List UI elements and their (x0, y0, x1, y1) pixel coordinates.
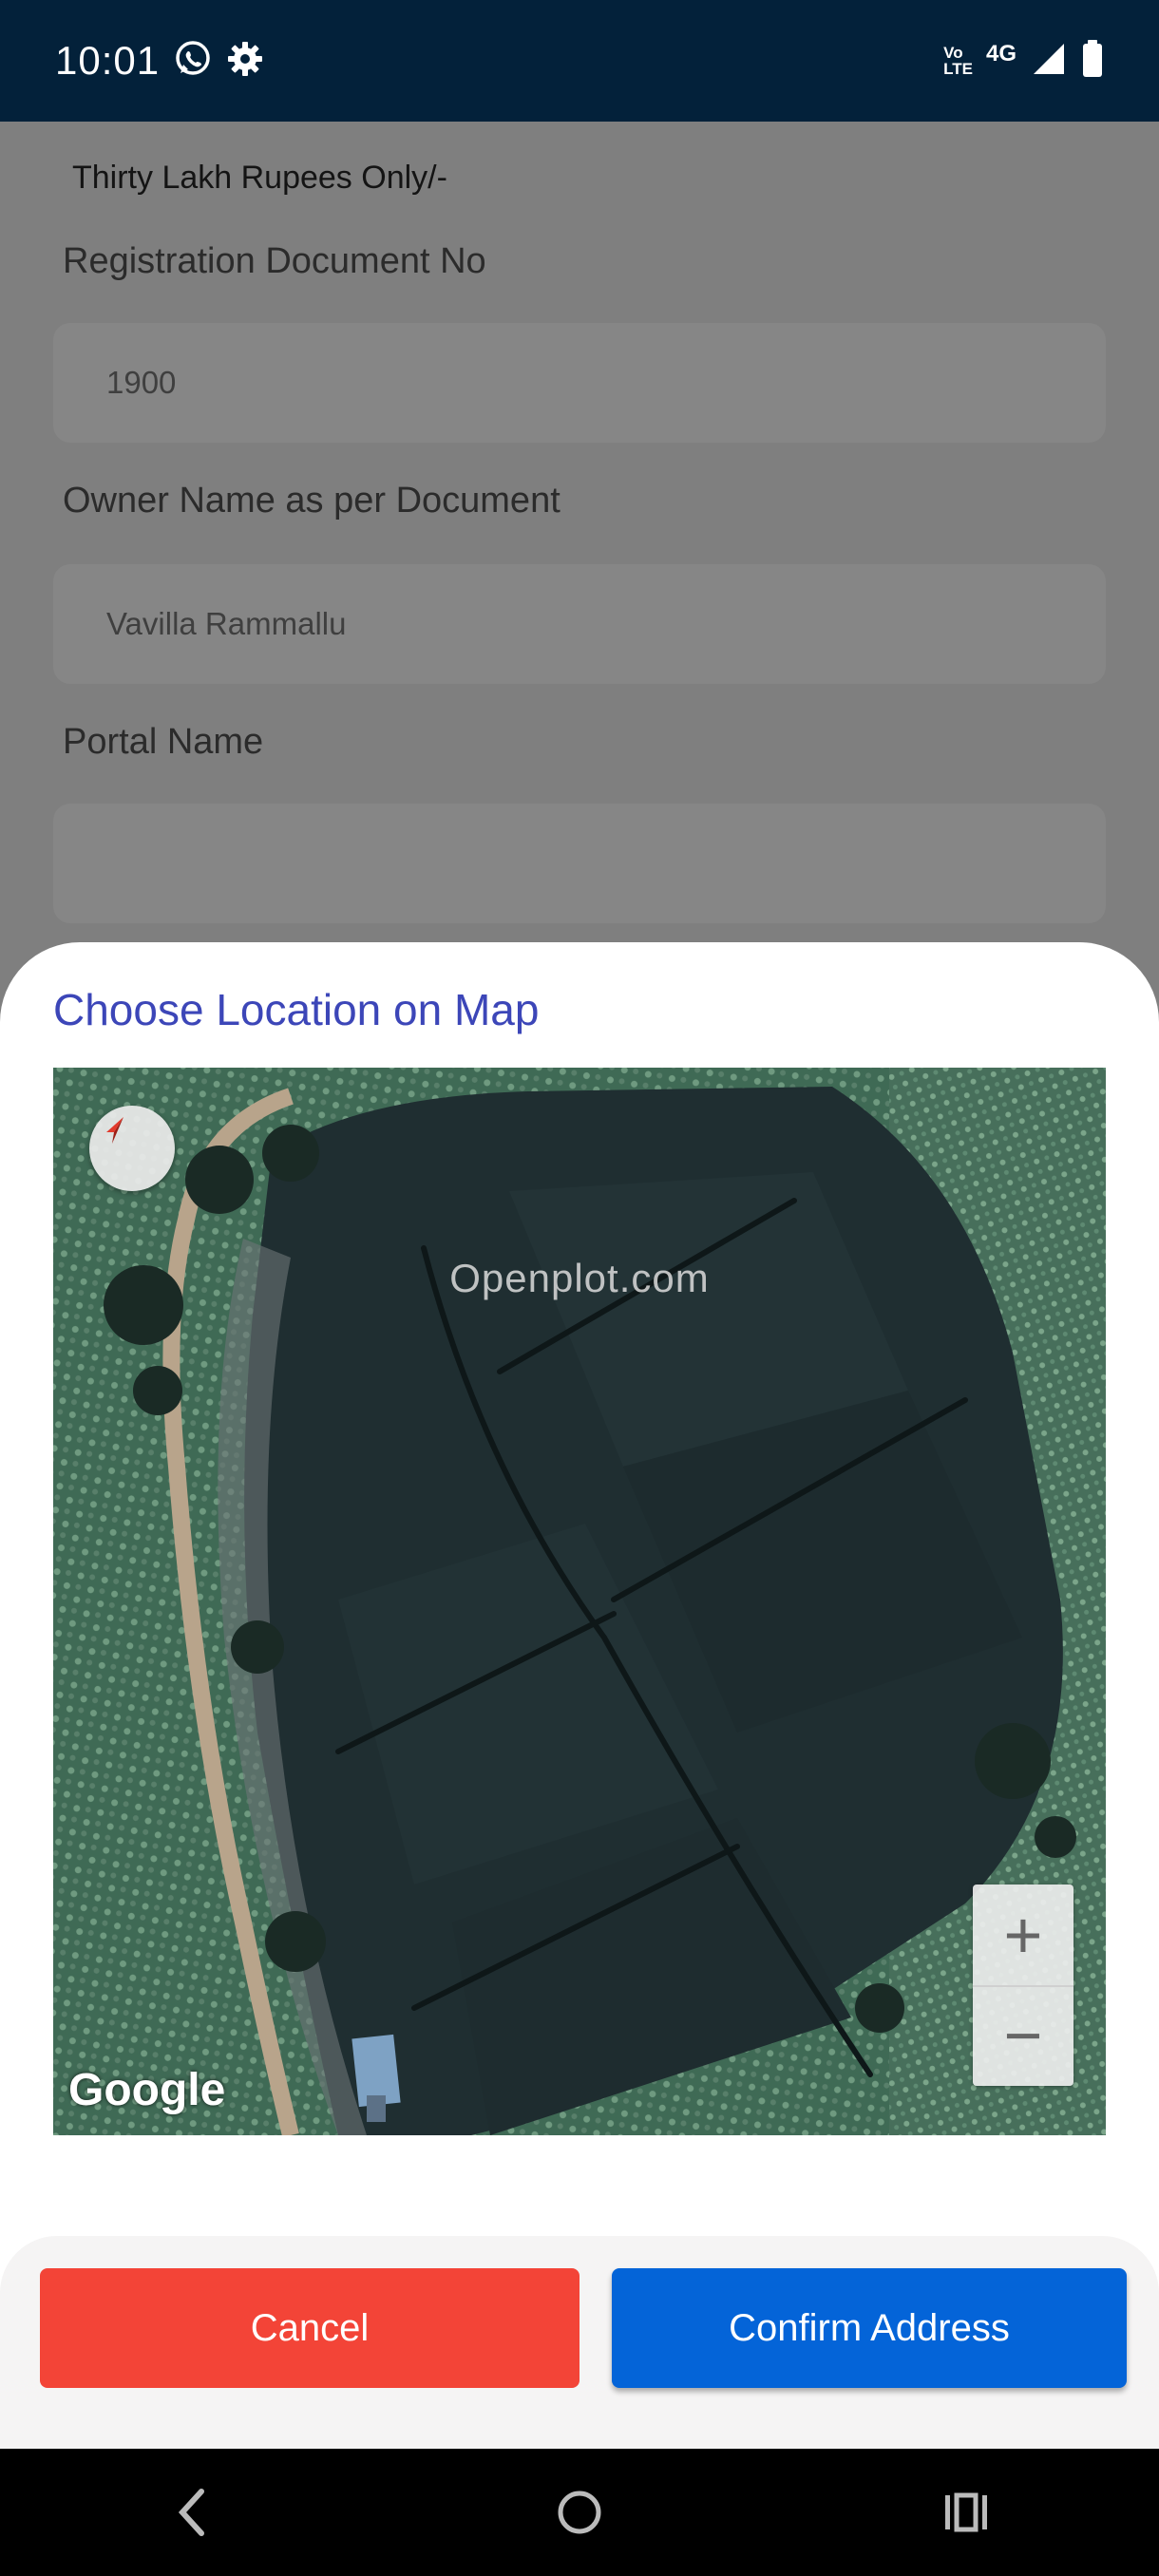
system-nav-bar (0, 2449, 1159, 2576)
whatsapp-icon (173, 39, 213, 84)
battery-icon (1081, 39, 1104, 84)
status-right: Vo LTE 4G (943, 39, 1104, 84)
back-chevron-icon (179, 2489, 205, 2536)
owner-name-field[interactable]: Vavilla Rammallu (53, 564, 1106, 684)
confirm-address-button[interactable]: Confirm Address (612, 2268, 1127, 2388)
zoom-controls: + − (973, 1885, 1074, 2086)
location-bottom-sheet: Choose Location on Map Openplot.com Goog… (0, 942, 1159, 2449)
volte-indicator: Vo LTE (943, 45, 973, 77)
map-watermark: Openplot.com (449, 1256, 710, 1300)
signal-icon (1030, 40, 1068, 83)
registration-doc-value: 1900 (106, 365, 177, 400)
portal-name-label: Portal Name (63, 722, 264, 762)
home-circle-icon (558, 2491, 601, 2534)
status-left: 10:01 (55, 38, 264, 84)
recents-icon (944, 2492, 987, 2532)
owner-name-value: Vavilla Rammallu (106, 606, 347, 641)
satellite-imagery (53, 1068, 1106, 2135)
registration-doc-field[interactable]: 1900 (53, 323, 1106, 443)
action-bar: Cancel Confirm Address (0, 2236, 1159, 2449)
nav-home-button[interactable] (522, 2465, 636, 2560)
compass-arrow-icon (106, 1117, 124, 1144)
zoom-out-button[interactable]: − (973, 1985, 1074, 2086)
sheet-title: Choose Location on Map (53, 985, 540, 1034)
portal-name-field[interactable] (53, 804, 1106, 923)
volte-line2: LTE (943, 60, 973, 78)
google-attribution-logo: Google (68, 2065, 226, 2115)
zoom-in-button[interactable]: + (973, 1885, 1074, 1987)
status-bar: 10:01 Vo LTE 4G (0, 0, 1159, 122)
gear-icon (226, 40, 264, 83)
form-background: Thirty Lakh Rupees Only/- Registration D… (0, 122, 1159, 948)
cancel-button[interactable]: Cancel (40, 2268, 580, 2388)
status-time: 10:01 (55, 38, 161, 83)
map-view[interactable]: Openplot.com Google + − (53, 1068, 1106, 2135)
network-type: 4G (985, 41, 1016, 66)
nav-recents-button[interactable] (909, 2465, 1023, 2560)
owner-name-label: Owner Name as per Document (63, 481, 560, 521)
volte-line1: Vo (943, 44, 963, 62)
compass-button[interactable] (89, 1106, 175, 1191)
registration-doc-label: Registration Document No (63, 241, 486, 281)
nav-back-button[interactable] (136, 2465, 250, 2560)
amount-in-words: Thirty Lakh Rupees Only/- (72, 160, 447, 196)
